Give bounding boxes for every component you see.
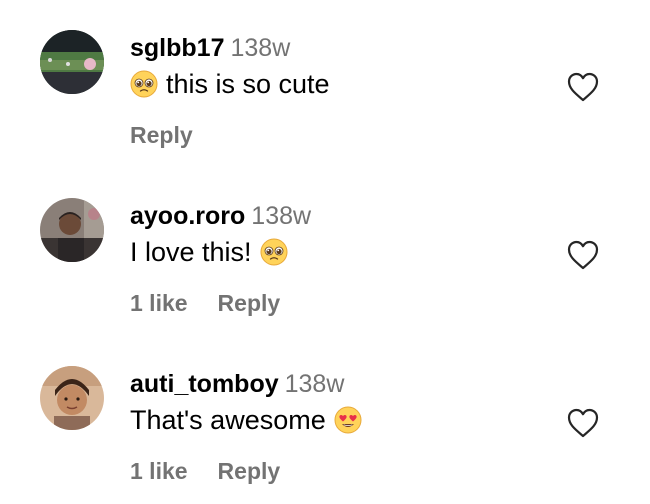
comment-header: ayoo.roro 138w (130, 200, 311, 232)
avatar[interactable] (40, 366, 104, 430)
pleading-face-emoji-icon (260, 238, 288, 266)
comment-text: That's awesome (130, 403, 362, 437)
comment-text-body: That's awesome (130, 405, 326, 435)
timestamp[interactable]: 138w (285, 370, 345, 398)
like-count[interactable]: 1 like (130, 290, 188, 316)
comment-text-body: I love this! (130, 237, 252, 267)
comment-actions: 1 like Reply (130, 456, 280, 486)
comment-item: auti_tomboy 138w That's awesome 1 like Rep… (0, 336, 650, 504)
comment-actions: 1 like Reply (130, 288, 280, 318)
comment-header: sglbb17 138w (130, 32, 290, 64)
comment-header: auti_tomboy 138w (130, 368, 344, 400)
reply-button[interactable]: Reply (218, 290, 281, 316)
heart-outline-icon[interactable] (566, 71, 600, 103)
comment-item: sglbb17 138w this is so cute Reply (0, 0, 650, 168)
avatar-image-stadium (40, 30, 104, 94)
timestamp[interactable]: 138w (230, 34, 290, 62)
comment-text: I love this! (130, 235, 288, 269)
comment-item: ayoo.roro 138w I love this! 1 like Reply (0, 168, 650, 336)
avatar[interactable] (40, 30, 104, 94)
like-count[interactable]: 1 like (130, 458, 188, 484)
comment-text: this is so cute (130, 67, 330, 101)
username[interactable]: ayoo.roro (130, 202, 245, 230)
pleading-face-emoji-icon (130, 70, 158, 98)
heart-outline-icon[interactable] (566, 407, 600, 439)
heart-outline-icon[interactable] (566, 239, 600, 271)
reply-button[interactable]: Reply (218, 458, 281, 484)
timestamp[interactable]: 138w (251, 202, 311, 230)
avatar[interactable] (40, 198, 104, 262)
username[interactable]: sglbb17 (130, 34, 224, 62)
comment-actions: Reply (130, 120, 193, 150)
avatar-image-person (40, 366, 104, 430)
comment-text-body: this is so cute (166, 69, 330, 99)
reply-button[interactable]: Reply (130, 122, 193, 148)
username[interactable]: auti_tomboy (130, 370, 279, 398)
avatar-image-person (40, 198, 104, 262)
heart-eyes-face-emoji-icon (334, 406, 362, 434)
